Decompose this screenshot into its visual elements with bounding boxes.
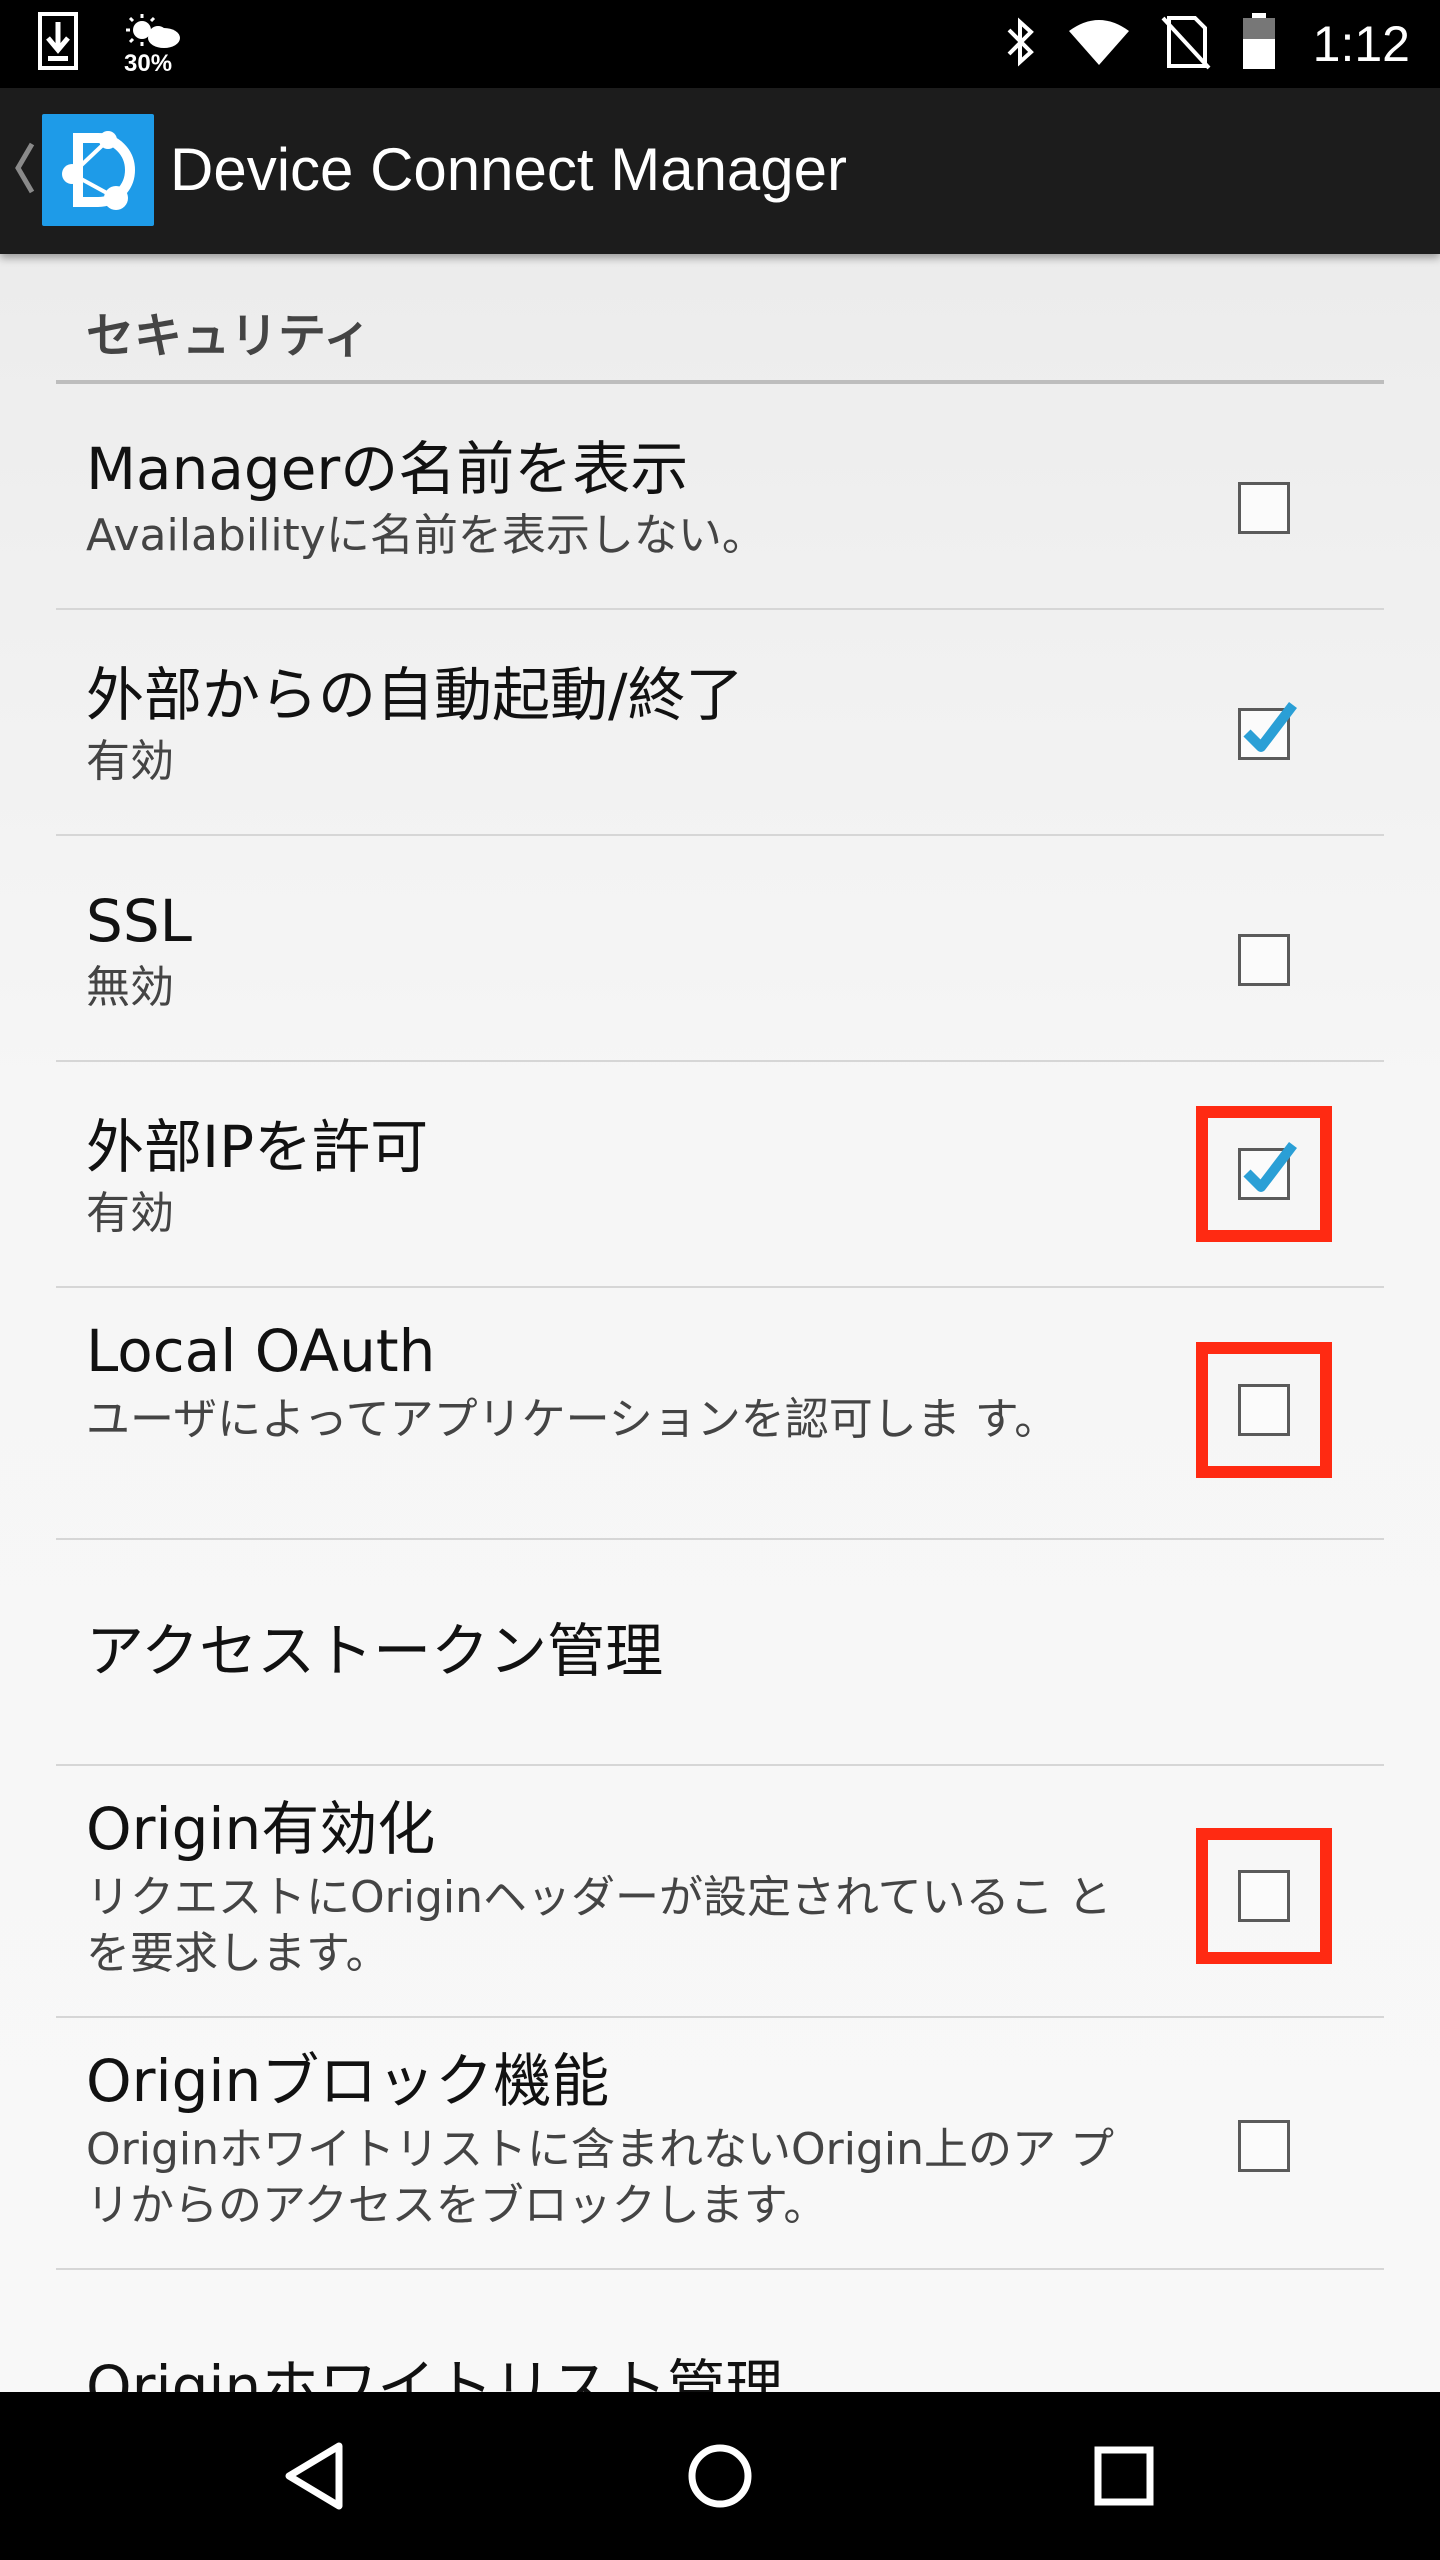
app-logo-icon[interactable] (42, 114, 154, 226)
app-title: Device Connect Manager (170, 136, 848, 203)
checkmark-icon (1243, 1141, 1297, 1192)
pref-access-token-management[interactable]: アクセストークン管理 (56, 1540, 1384, 1766)
pref-summary: 有効 (86, 1188, 174, 1239)
pref-summary: 有効 (86, 736, 174, 787)
pref-ssl[interactable]: SSL 無効 (56, 836, 1384, 1062)
back-button[interactable] (264, 2426, 364, 2526)
external-auto-start-checkbox[interactable] (1238, 701, 1297, 760)
category-title: セキュリティ (86, 308, 372, 364)
recents-button[interactable] (1074, 2426, 1174, 2526)
local-oauth-checkbox[interactable] (1238, 1384, 1290, 1436)
home-circle-icon (688, 2444, 752, 2508)
pref-title: 外部からの自動起動/終了 (86, 661, 744, 729)
pref-title: Managerの名前を表示 (86, 435, 689, 503)
no-sim-icon (1161, 14, 1211, 74)
pref-title: Origin有効化 (86, 1795, 436, 1863)
pref-summary: Originホワイトリストに含まれないOrigin上のア プリからのアクセスをブ… (86, 2124, 1114, 2231)
clock: 1:12 (1312, 16, 1410, 72)
allow-external-ip-checkbox[interactable] (1238, 1141, 1297, 1200)
pref-external-auto-start[interactable]: 外部からの自動起動/終了 有効 (56, 610, 1384, 836)
battery-icon (1241, 13, 1277, 75)
pref-title: Local OAuth (86, 1317, 436, 1385)
pref-summary: ユーザによってアプリケーションを認可しま す。 (86, 1394, 1059, 1445)
bluetooth-icon (1005, 14, 1037, 74)
pref-origin-block[interactable]: Originブロック機能 Originホワイトリストに含まれないOrigin上の… (56, 2018, 1384, 2270)
weather-percent: 30% (124, 50, 173, 77)
navigation-bar (0, 2392, 1440, 2560)
pref-title: アクセストークン管理 (86, 1617, 664, 1685)
security-category-header: セキュリティ (56, 254, 1384, 384)
weather-icon: 30% (124, 12, 194, 82)
pref-origin-whitelist-management[interactable]: Originホワイトリスト管理 (56, 2270, 1384, 2392)
pref-show-manager-name[interactable]: Managerの名前を表示 Availabilityに名前を表示しない。 (56, 384, 1384, 610)
pref-title: Originブロック機能 (86, 2047, 610, 2115)
pref-summary: Availabilityに名前を表示しない。 (86, 510, 766, 561)
recents-square-icon (1094, 2446, 1154, 2506)
action-bar: Device Connect Manager (0, 88, 1440, 254)
pref-summary: 無効 (86, 962, 174, 1013)
pref-title: 外部IPを許可 (86, 1113, 429, 1181)
status-bar: 30% 1:12 (0, 0, 1440, 88)
checkmark-icon (1243, 701, 1297, 752)
pref-title: Originホワイトリスト管理 (86, 2353, 784, 2392)
pref-summary: リクエストにOriginヘッダーが設定されているこ とを要求します。 (86, 1872, 1112, 1979)
pref-enable-origin[interactable]: Origin有効化 リクエストにOriginヘッダーが設定されているこ とを要求… (56, 1766, 1384, 2018)
pref-title: SSL (86, 887, 192, 955)
ssl-checkbox[interactable] (1238, 934, 1290, 986)
home-button[interactable] (670, 2426, 770, 2526)
show-manager-name-checkbox[interactable] (1238, 482, 1290, 534)
settings-list[interactable]: セキュリティ Managerの名前を表示 Availabilityに名前を表示し… (0, 254, 1440, 2392)
pref-allow-external-ip[interactable]: 外部IPを許可 有効 (56, 1062, 1384, 1288)
origin-block-checkbox[interactable] (1238, 2120, 1290, 2172)
pref-local-oauth[interactable]: Local OAuth ユーザによってアプリケーションを認可しま す。 (56, 1288, 1384, 1540)
enable-origin-checkbox[interactable] (1238, 1870, 1290, 1922)
download-icon (36, 12, 80, 76)
wifi-icon (1067, 17, 1131, 71)
up-navigation-icon[interactable] (12, 140, 36, 200)
back-triangle-icon (285, 2442, 343, 2510)
